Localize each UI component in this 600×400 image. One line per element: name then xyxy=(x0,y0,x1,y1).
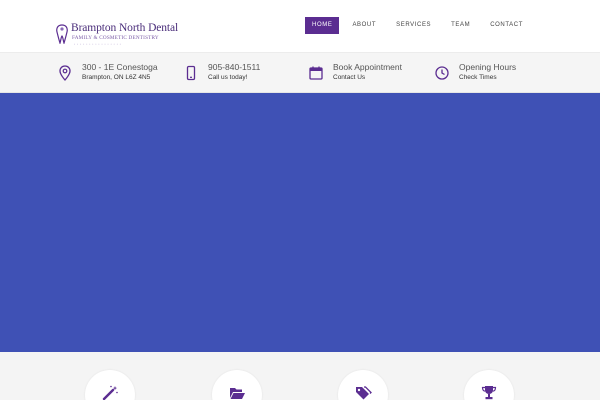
logo-title: Brampton North Dental xyxy=(71,22,179,34)
info-booking-sub: Contact Us xyxy=(333,74,366,81)
nav-about[interactable]: ABOUT xyxy=(345,17,383,34)
feature-cosmetic[interactable] xyxy=(85,370,135,400)
hero-banner xyxy=(0,93,600,352)
page: Brampton North Dental FAMILY & COSMETIC … xyxy=(0,0,600,400)
map-pin-icon xyxy=(56,64,74,82)
trophy-icon xyxy=(481,386,497,400)
nav-home[interactable]: HOME xyxy=(305,17,340,34)
site-header: Brampton North Dental FAMILY & COSMETIC … xyxy=(0,0,600,52)
logo-subtitle: FAMILY & COSMETIC DENTISTRY xyxy=(72,35,159,41)
info-phone-title: 905-840-1511 xyxy=(208,62,261,72)
nav-contact[interactable]: CONTACT xyxy=(483,17,530,34)
info-address-title: 300 - 1E Conestoga xyxy=(82,62,158,72)
info-address-sub: Brampton, ON L6Z 4N5 xyxy=(82,74,151,81)
info-booking-title: Book Appointment xyxy=(333,62,402,72)
info-phone-sub: Call us today! xyxy=(208,74,248,81)
folder-open-icon xyxy=(230,388,245,399)
tooth-logo-icon xyxy=(56,24,68,44)
feature-pricing[interactable] xyxy=(338,370,388,400)
main-nav: HOME ABOUT SERVICES TEAM CONTACT xyxy=(299,17,530,34)
clock-icon xyxy=(433,64,451,82)
tags-icon xyxy=(356,386,372,400)
mobile-phone-icon xyxy=(182,64,200,82)
nav-services[interactable]: SERVICES xyxy=(389,17,438,34)
site-logo[interactable]: Brampton North Dental FAMILY & COSMETIC … xyxy=(54,22,184,48)
feature-awards[interactable] xyxy=(464,370,514,400)
nav-team[interactable]: TEAM xyxy=(444,17,477,34)
logo-decoration: •••••••••••••••• xyxy=(74,42,123,46)
features-section xyxy=(0,352,600,400)
magic-wand-icon xyxy=(102,385,118,400)
info-hours-title: Opening Hours xyxy=(459,62,517,72)
info-hours-sub: Check Times xyxy=(459,74,497,81)
contact-info-bar: 300 - 1E Conestoga Brampton, ON L6Z 4N5 … xyxy=(0,52,600,93)
calendar-icon xyxy=(307,64,325,82)
feature-records[interactable] xyxy=(212,370,262,400)
